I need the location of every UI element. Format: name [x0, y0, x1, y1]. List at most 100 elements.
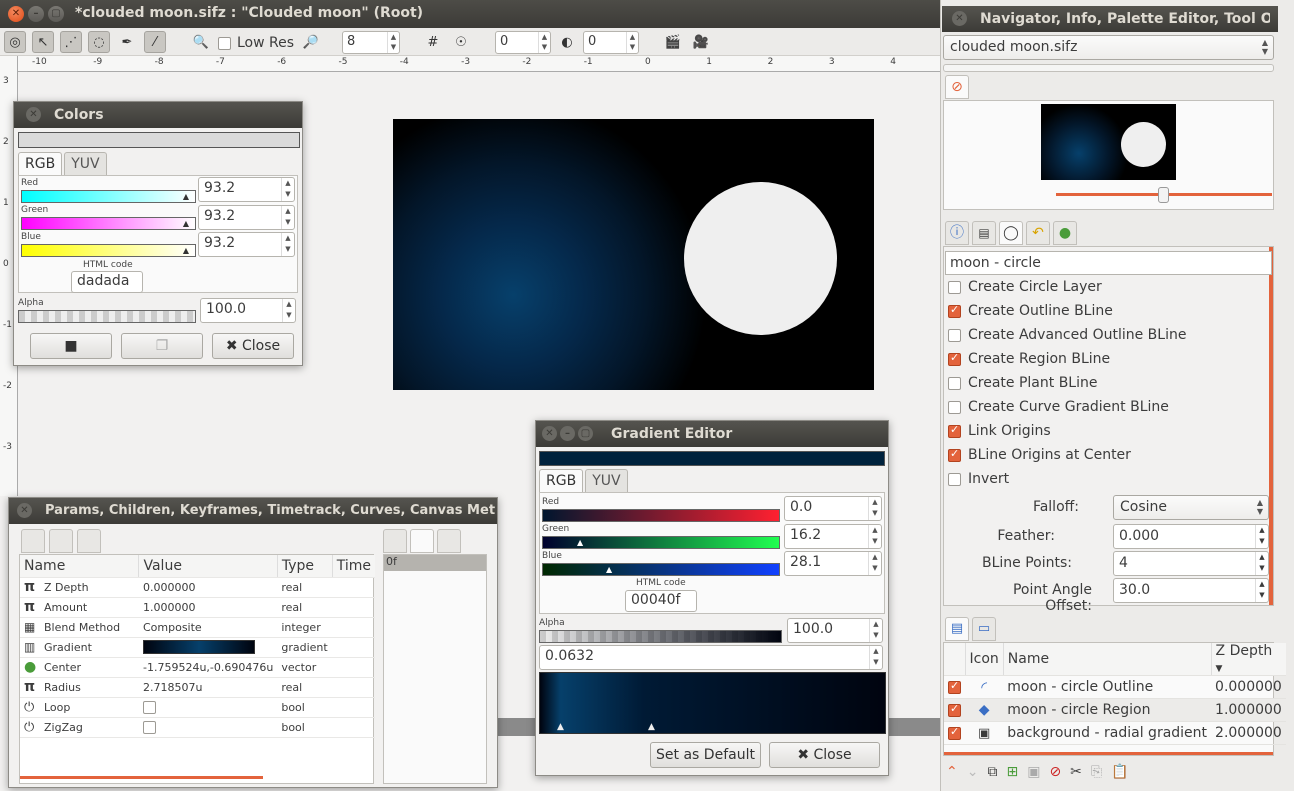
layer-row[interactable]: ◆ moon - circle Region 1.000000 [944, 698, 1286, 722]
library-icon[interactable]: ● [1053, 221, 1077, 245]
checkbox[interactable] [948, 328, 961, 342]
tab-rgb[interactable]: RGB [18, 152, 63, 175]
keyframes-tab-icon[interactable] [77, 529, 101, 553]
gradient-minimize-icon[interactable]: – [560, 426, 575, 441]
copy-icon[interactable]: ⎘ [1091, 764, 1102, 780]
green-input[interactable]: 93.2 ▲ ▼ [198, 205, 295, 230]
bline-tool-icon[interactable]: ⋰ [60, 31, 82, 53]
set-outline-color-button[interactable]: ■ [30, 333, 112, 359]
col-value[interactable]: Value [138, 555, 278, 578]
tool-options-tab-icon[interactable]: ◯ [999, 221, 1023, 245]
alpha-slider[interactable] [18, 310, 196, 323]
library-tab-icon[interactable] [383, 529, 407, 553]
window-close-button[interactable]: ✕ [8, 6, 24, 22]
checkbox[interactable] [948, 280, 961, 294]
alpha-input[interactable]: 100.0 ▲ ▼ [200, 298, 296, 323]
option-invert[interactable]: Invert [948, 471, 1009, 487]
swap-colors-button[interactable]: ❐ [121, 333, 203, 359]
gradient-alpha-slider[interactable] [539, 630, 782, 643]
window-maximize-button[interactable]: ▢ [48, 6, 64, 22]
draft-mode-icon[interactable]: ◎ [4, 31, 26, 53]
option-create-curve-gradient-bline[interactable]: Create Curve Gradient BLine [948, 399, 1169, 415]
gradient-preview-bar[interactable]: ▲ ▲ [539, 672, 886, 734]
gradient-tab-yuv[interactable]: YUV [585, 469, 628, 492]
onion-skin-past-icon[interactable]: ◐ [556, 31, 578, 53]
onion-skin-icon[interactable]: ☉ [450, 31, 472, 53]
cut-icon[interactable]: ✂ [1070, 764, 1082, 780]
checkbox[interactable] [948, 423, 961, 438]
gradient-tab-rgb[interactable]: RGB [539, 469, 584, 492]
gradient-position-input[interactable]: 0.0632 ▲ ▼ [539, 645, 883, 670]
window-minimize-button[interactable]: – [28, 6, 44, 22]
moon-circle[interactable] [684, 182, 837, 335]
tab-yuv[interactable]: YUV [64, 152, 107, 175]
blue-slider[interactable]: ▲ [21, 244, 196, 257]
low-res-checkbox[interactable] [218, 36, 231, 50]
curves-tab-icon[interactable] [410, 529, 434, 553]
option-create-outline-bline[interactable]: Create Outline BLine [948, 303, 1113, 319]
navigator-thumbnail[interactable] [1041, 104, 1176, 180]
checkbox[interactable] [948, 447, 961, 462]
params-close-icon[interactable]: ✕ [17, 503, 32, 518]
col-type[interactable]: Type [277, 555, 333, 578]
col-time[interactable]: Time [332, 555, 375, 578]
right-panel-close-icon[interactable]: ✕ [952, 11, 967, 26]
delete-layer-icon[interactable]: ⊘ [1049, 764, 1061, 780]
option-create-region-bline[interactable]: Create Region BLine [948, 351, 1110, 367]
gradient-green-slider[interactable]: ▲ [542, 536, 780, 549]
table-row[interactable]: ▦ Blend Method Composite integer [20, 617, 375, 638]
preview-icon[interactable]: 🎥 [690, 31, 712, 53]
layer-active-checkbox[interactable] [948, 725, 961, 740]
option-create-circle-layer[interactable]: Create Circle Layer [948, 279, 1102, 295]
params-scrollbar[interactable] [20, 776, 263, 779]
gradient-stop-marker[interactable]: ▲ [557, 722, 564, 732]
bline-points-input[interactable]: 4 ▲ ▼ [1113, 551, 1269, 576]
children-tab-icon[interactable] [49, 529, 73, 553]
colors-close-button[interactable]: ✖ Close [212, 333, 294, 359]
history-tab-icon[interactable]: ↶ [1026, 221, 1050, 245]
option-create-plant-bline[interactable]: Create Plant BLine [948, 375, 1097, 391]
sets-tab-icon[interactable]: ▭ [972, 617, 996, 641]
gradient-blue-input[interactable]: 28.1 ▲ ▼ [784, 551, 882, 576]
layer-active-checkbox[interactable] [948, 702, 961, 717]
gradient-alpha-input[interactable]: 100.0 ▲ ▼ [787, 618, 883, 643]
zoom-out-icon[interactable]: 🔎 [300, 31, 322, 53]
canvas-meta-tab-icon[interactable] [437, 529, 461, 553]
red-input[interactable]: 93.2 ▲ ▼ [198, 177, 295, 202]
feather-input[interactable]: 0.000 ▲ ▼ [1113, 524, 1269, 549]
checkbox[interactable] [948, 400, 961, 414]
file-select[interactable]: clouded moon.sifz ▲ ▼ [943, 35, 1274, 60]
layer-row[interactable]: ◜ moon - circle Outline 0.000000 [944, 675, 1286, 699]
gradient-close-icon[interactable]: ✕ [542, 426, 557, 441]
col-icon[interactable]: Icon [965, 643, 1004, 676]
checkbox[interactable] [948, 351, 961, 366]
red-slider[interactable]: ▲ [21, 190, 196, 203]
y-offset-spinner[interactable]: 0 ▲ ▼ [583, 31, 639, 54]
table-row[interactable]: πZ Depth 0.000000 real [20, 577, 375, 598]
gradient-html-code-input[interactable]: 00040f [625, 590, 697, 612]
info-tab-icon[interactable]: ⓘ [945, 221, 969, 245]
timetrack-area[interactable]: 0f [383, 554, 487, 784]
col-zdepth[interactable]: Z Depth ▼ [1211, 643, 1286, 676]
table-row[interactable]: ▥ Gradient gradient [20, 637, 375, 658]
point-angle-offset-input[interactable]: 30.0 ▲ ▼ [1113, 578, 1269, 603]
duplicate-layer-icon[interactable]: ⧉ [987, 764, 997, 780]
checkbox[interactable] [948, 472, 961, 486]
checkbox[interactable] [948, 376, 961, 390]
gradient-stop-marker[interactable]: ▲ [648, 722, 655, 732]
col-name[interactable]: Name [20, 555, 140, 578]
raise-layer-icon[interactable]: ⌃ [946, 764, 958, 780]
params-tab-icon[interactable] [21, 529, 45, 553]
grid-icon[interactable]: # [422, 31, 444, 53]
zigzag-checkbox[interactable] [142, 720, 156, 734]
layers-scrollbar[interactable] [944, 752, 1273, 755]
gradient-red-input[interactable]: 0.0 ▲ ▼ [784, 496, 882, 521]
table-row[interactable]: ⏻ Loop bool [20, 697, 375, 718]
layers-tab-icon[interactable]: ▤ [945, 617, 969, 641]
table-row[interactable]: ● Center -1.759524u,-0.690476u vector [20, 657, 375, 678]
option-link-origins[interactable]: Link Origins [948, 423, 1051, 439]
lower-layer-icon[interactable]: ⌄ [967, 764, 979, 780]
green-slider[interactable]: ▲ [21, 217, 196, 230]
gradient-maximize-icon[interactable]: ▢ [578, 426, 593, 441]
draw-tool-icon[interactable]: ✒ [116, 31, 138, 53]
